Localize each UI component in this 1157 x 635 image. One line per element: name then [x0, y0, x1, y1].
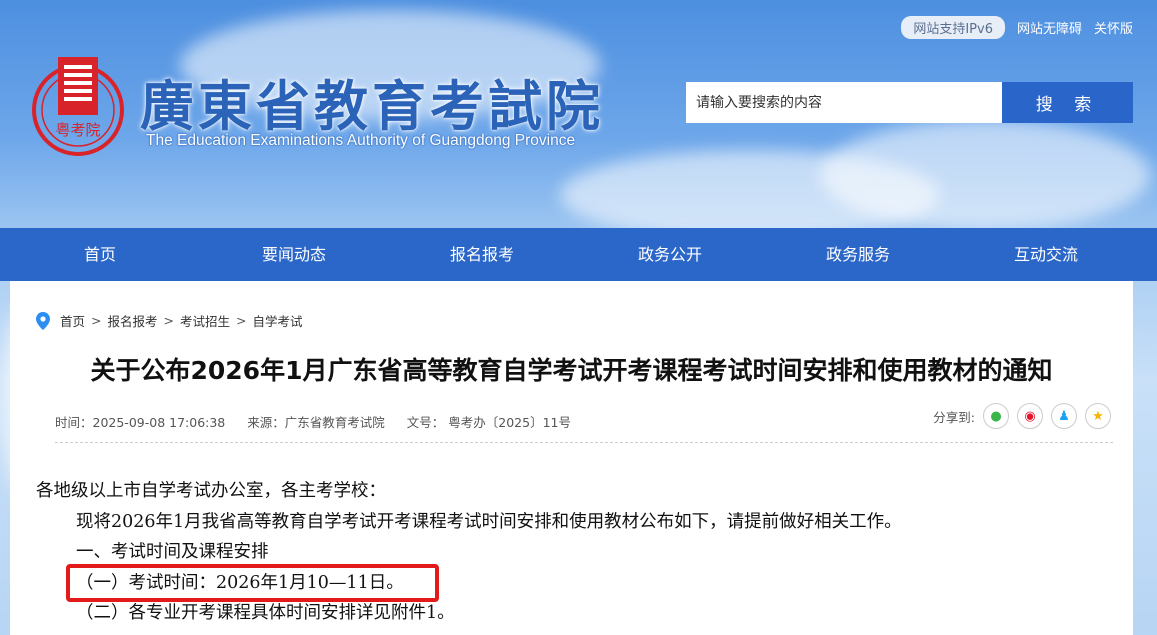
- nav-gov-service[interactable]: 政务服务: [764, 228, 952, 281]
- emblem-text: 粤考院: [55, 121, 100, 139]
- article-meta: 时间：2025-09-08 17:06:38 来源：广东省教育考试院 文号： 粤…: [55, 412, 571, 431]
- salutation: 各地级以上市自学考试办公室，各主考学校：: [36, 481, 386, 501]
- breadcrumb-admissions[interactable]: 考试招生: [180, 311, 230, 330]
- breadcrumb-separator: >: [163, 313, 174, 328]
- emblem-logo[interactable]: 粤考院: [28, 55, 128, 157]
- highlight-box: [66, 564, 439, 602]
- search-button[interactable]: 搜 索: [1002, 82, 1133, 123]
- nav-news[interactable]: 要闻动态: [200, 228, 388, 281]
- top-links: 网站支持IPv6 网站无障碍 关怀版: [901, 16, 1133, 39]
- nav-registration[interactable]: 报名报考: [388, 228, 576, 281]
- article-panel: 首页 > 报名报考 > 考试招生 > 自学考试 关于公布2026年1月广东省高等…: [10, 281, 1133, 635]
- site-subtitle: The Education Examinations Authority of …: [146, 132, 576, 149]
- search-input[interactable]: [686, 82, 1002, 123]
- nav-gov-public[interactable]: 政务公开: [576, 228, 764, 281]
- intro-paragraph: 现将2026年1月我省高等教育自学考试开考课程考试时间安排和使用教材公布如下，请…: [76, 511, 902, 532]
- ipv6-badge: 网站支持IPv6: [901, 16, 1005, 39]
- breadcrumb-registration[interactable]: 报名报考: [108, 311, 158, 330]
- site-title: 廣東省教育考試院: [140, 74, 604, 138]
- breadcrumb-separator: >: [91, 313, 102, 328]
- breadcrumb-home[interactable]: 首页: [60, 311, 85, 330]
- divider: [55, 442, 1113, 443]
- weibo-icon[interactable]: ◉: [1017, 403, 1043, 429]
- main-nav: 首页 要闻动态 报名报考 政务公开 政务服务 互动交流: [0, 228, 1157, 281]
- article-source: 来源：广东省教育考试院: [247, 415, 385, 430]
- location-pin-icon: [36, 311, 50, 330]
- share-label: 分享到:: [933, 409, 975, 425]
- qq-icon[interactable]: ♟: [1051, 403, 1077, 429]
- document-number: 文号： 粤考办〔2025〕11号: [406, 415, 571, 430]
- article-body: 各地级以上市自学考试办公室，各主考学校： 现将2026年1月我省高等教育自学考试…: [36, 476, 902, 629]
- section-heading: 一、考试时间及课程安排: [76, 542, 269, 562]
- care-mode-link[interactable]: 关怀版: [1094, 18, 1133, 37]
- share-bar: 分享到: ● ◉ ♟ ★: [933, 403, 1111, 429]
- wechat-icon[interactable]: ●: [983, 403, 1009, 429]
- article-title: 关于公布2026年1月广东省高等教育自学考试开考课程考试时间安排和使用教材的通知: [90, 356, 1053, 385]
- nav-interaction[interactable]: 互动交流: [952, 228, 1140, 281]
- publish-time: 时间：2025-09-08 17:06:38: [55, 415, 226, 430]
- schedule-item: （二）各专业开考课程具体时间安排详见附件1。: [76, 603, 455, 623]
- breadcrumb-separator: >: [236, 313, 247, 328]
- qzone-icon[interactable]: ★: [1085, 403, 1111, 429]
- breadcrumb-self-study[interactable]: 自学考试: [253, 311, 303, 330]
- site-header: 粤考院 廣東省教育考試院 The Education Examinations …: [0, 0, 1157, 228]
- nav-home[interactable]: 首页: [0, 228, 200, 281]
- accessibility-link[interactable]: 网站无障碍: [1017, 18, 1082, 37]
- search-bar: 搜 索: [686, 82, 1133, 123]
- breadcrumb: 首页 > 报名报考 > 考试招生 > 自学考试: [36, 311, 303, 330]
